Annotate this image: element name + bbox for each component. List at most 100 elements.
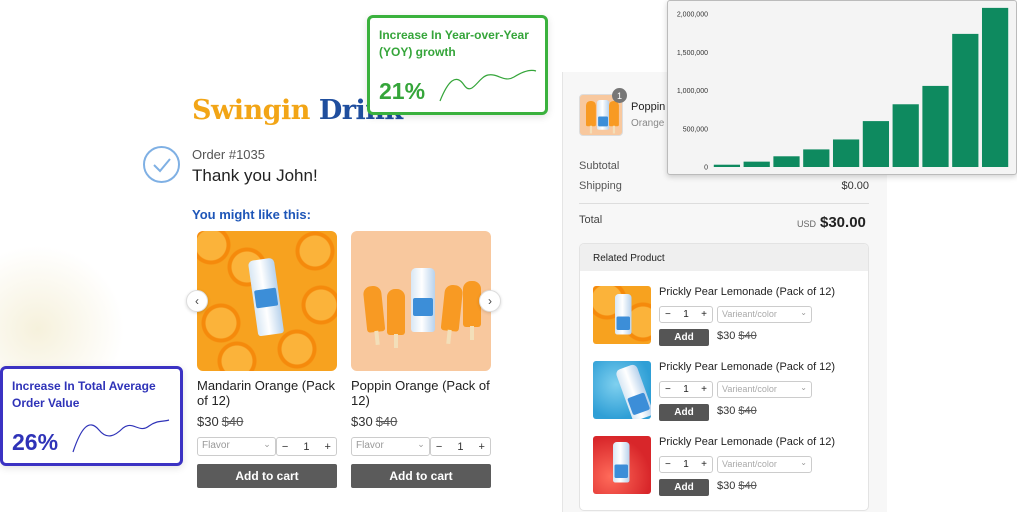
minus-icon[interactable]: − (665, 309, 671, 320)
quantity-stepper[interactable]: − 1 + (659, 456, 713, 473)
chart-bar (743, 161, 770, 167)
product-old-price: $40 (375, 414, 398, 429)
product-price-row: $30 $40 (197, 414, 337, 429)
chevron-down-icon: ⌄ (800, 458, 807, 467)
minus-icon[interactable]: − (436, 441, 442, 453)
variant-select[interactable]: Varieant/color ⌄ (717, 381, 812, 398)
add-button[interactable]: Add (659, 404, 709, 421)
quantity-stepper[interactable]: − 1 + (429, 437, 491, 456)
chart-bar (862, 121, 890, 167)
plus-icon[interactable]: + (701, 384, 707, 395)
chart-bar (892, 104, 919, 167)
y-tick-label: 500,000 (683, 126, 708, 133)
chevron-down-icon: ⌄ (417, 439, 425, 449)
stat-title: Increase In Total Average Order Value (12, 379, 156, 410)
related-product-item: Prickly Pear Lemonade (Pack of 12) − 1 +… (593, 286, 863, 346)
quantity-stepper[interactable]: − 1 + (275, 437, 337, 456)
flavor-select[interactable]: Flavor ⌄ (351, 437, 430, 456)
variant-select[interactable]: Varieant/color ⌄ (717, 306, 812, 323)
related-old-price: $40 (738, 405, 757, 417)
product-image[interactable] (197, 231, 337, 371)
product-price-row: $30 $40 (351, 414, 491, 429)
y-tick-label: 0 (704, 165, 708, 172)
quantity-value: 1 (683, 309, 689, 320)
subtotal-label: Subtotal (579, 160, 620, 172)
product-price: $30 (197, 414, 219, 429)
add-button[interactable]: Add (659, 329, 709, 346)
product-card: Poppin Orange (Pack of 12) $30 $40 Flavor… (351, 231, 491, 488)
related-price: $30 (717, 405, 736, 417)
plus-icon[interactable]: + (701, 309, 707, 320)
related-product-image[interactable] (593, 361, 651, 419)
shipping-value: $0.00 (841, 180, 869, 192)
variant-select[interactable]: Varieant/color ⌄ (717, 456, 812, 473)
related-old-price: $40 (738, 480, 757, 492)
minus-icon[interactable]: − (282, 441, 288, 453)
sparkline-icon (72, 419, 170, 453)
quantity-value: 1 (683, 384, 689, 395)
related-price: $30 (717, 330, 736, 342)
add-to-cart-button[interactable]: Add to cart (197, 464, 337, 488)
product-name[interactable]: Mandarin Orange (Pack of 12) (197, 378, 337, 408)
related-price-row: $30 $40 (717, 480, 757, 492)
chart-bar (713, 164, 741, 167)
related-price: $30 (717, 480, 736, 492)
chart-bar (803, 149, 830, 167)
plus-icon[interactable]: + (325, 441, 331, 453)
total-label: Total (579, 214, 603, 226)
carousel-next-button[interactable]: › (479, 290, 501, 312)
quantity-stepper[interactable]: − 1 + (659, 381, 713, 398)
add-to-cart-button[interactable]: Add to cart (351, 464, 491, 488)
chevron-down-icon: ⌄ (263, 439, 271, 449)
related-products-heading: Related Product (580, 244, 868, 271)
revenue-chart: 0 500,000 1,000,000 1,500,000 2,000,000 (667, 0, 1017, 175)
quantity-value: 1 (683, 459, 689, 470)
chevron-down-icon: ⌄ (800, 383, 807, 392)
recommendations-heading: You might like this: (192, 207, 311, 222)
cart-item-name: Poppin (631, 101, 666, 113)
shipping-label: Shipping (579, 180, 622, 192)
product-old-price: $40 (221, 414, 244, 429)
product-name[interactable]: Poppin Orange (Pack of 12) (351, 378, 491, 408)
chevron-left-icon: ‹ (195, 294, 199, 308)
summary-divider (579, 203, 869, 204)
related-products: Related Product Prickly Pear Lemonade (P… (579, 243, 869, 511)
bar-chart: 0 500,000 1,000,000 1,500,000 2,000,000 (677, 7, 1009, 172)
plus-icon[interactable]: + (701, 459, 707, 470)
related-product-image[interactable] (593, 286, 651, 344)
sparkline-icon (439, 69, 537, 102)
related-product-image[interactable] (593, 436, 651, 494)
minus-icon[interactable]: − (665, 459, 671, 470)
quantity-value: 1 (457, 440, 464, 453)
stat-value: 21% (379, 78, 426, 104)
total-currency: USD (797, 219, 817, 229)
order-number: Order #1035 (192, 147, 265, 162)
product-image[interactable] (351, 231, 491, 371)
flavor-select[interactable]: Flavor ⌄ (197, 437, 276, 456)
total-value: $30.00 (820, 214, 866, 231)
related-price-row: $30 $40 (717, 405, 757, 417)
quantity-stepper[interactable]: − 1 + (659, 306, 713, 323)
stat-value: 26% (12, 429, 59, 455)
product-price: $30 (351, 414, 373, 429)
related-product-name[interactable]: Prickly Pear Lemonade (Pack of 12) (659, 436, 835, 448)
carousel-prev-button[interactable]: ‹ (186, 290, 208, 312)
chart-bar (773, 156, 800, 167)
y-tick-label: 1,000,000 (677, 88, 708, 95)
quantity-value: 1 (303, 440, 310, 453)
related-product-name[interactable]: Prickly Pear Lemonade (Pack of 12) (659, 361, 835, 373)
related-product-name[interactable]: Prickly Pear Lemonade (Pack of 12) (659, 286, 835, 298)
minus-icon[interactable]: − (665, 384, 671, 395)
stat-title: Increase In Year-over-Year (YOY) growth (379, 28, 529, 59)
chevron-right-icon: › (488, 294, 492, 308)
chart-bar (952, 33, 979, 167)
aov-increase-card: Increase In Total Average Order Value 26… (0, 366, 183, 466)
yoy-growth-card: Increase In Year-over-Year (YOY) growth … (367, 15, 548, 115)
related-old-price: $40 (738, 330, 757, 342)
background-glow (0, 245, 125, 385)
chart-bar (922, 85, 949, 167)
y-tick-label: 1,500,000 (677, 50, 708, 57)
plus-icon[interactable]: + (479, 441, 485, 453)
add-button[interactable]: Add (659, 479, 709, 496)
cart-item-variant: Orange (631, 118, 665, 129)
